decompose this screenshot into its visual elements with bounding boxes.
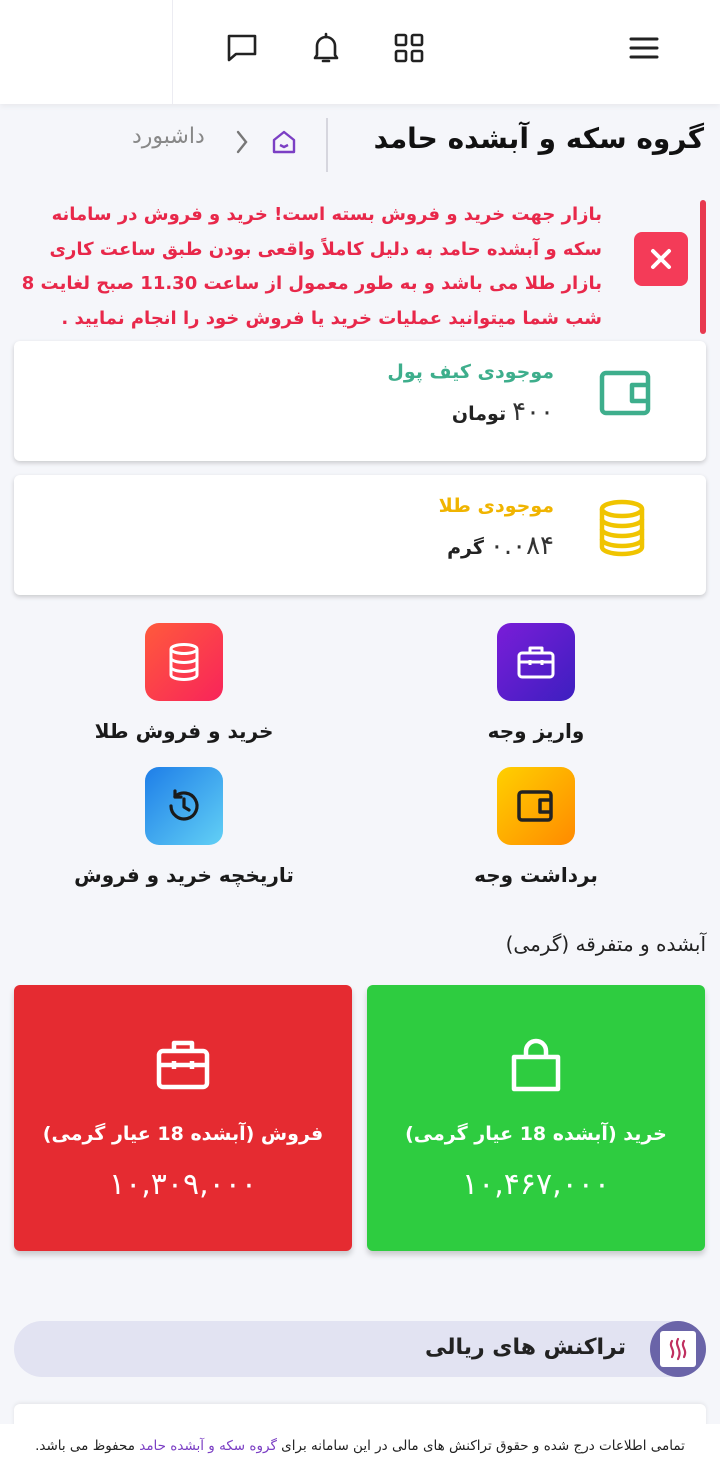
gold-amount: ۰.۰۸۴ bbox=[489, 531, 554, 561]
withdraw-action[interactable]: برداشت وجه bbox=[406, 767, 666, 897]
brand-logo bbox=[650, 1321, 706, 1377]
briefcase-icon bbox=[153, 1037, 213, 1093]
wallet-icon bbox=[598, 365, 654, 421]
topbar-divider bbox=[172, 0, 173, 104]
wallet-value: ۴۰۰تومان bbox=[452, 397, 554, 427]
wallet-balance-card[interactable]: موجودی کیف پول ۴۰۰تومان bbox=[14, 341, 706, 461]
briefcase-icon bbox=[497, 623, 575, 701]
wallet-amount: ۴۰۰ bbox=[512, 397, 554, 427]
footer-copyright: تمامی اطلاعات درج شده و حقوق تراکنش های … bbox=[0, 1424, 720, 1471]
wallet-icon bbox=[497, 767, 575, 845]
history-icon bbox=[145, 767, 223, 845]
buy-sell-gold-label: خرید و فروش طلا bbox=[94, 719, 274, 743]
buy-price-value: ۱۰,۴۶۷,۰۰۰ bbox=[462, 1167, 610, 1202]
buy-price-title: خرید (آبشده 18 عیار گرمی) bbox=[405, 1123, 667, 1145]
deposit-action[interactable]: واریز وجه bbox=[406, 623, 666, 753]
top-bar bbox=[0, 0, 720, 104]
header-divider bbox=[326, 118, 328, 172]
bell-icon[interactable] bbox=[306, 28, 346, 68]
close-icon[interactable] bbox=[634, 232, 688, 286]
footer-text-after: محفوظ می باشد. bbox=[35, 1438, 140, 1454]
market-closed-alert: بازار جهت خرید و فروش بسته است! خرید و ف… bbox=[14, 198, 706, 336]
gold-unit: گرم bbox=[447, 537, 484, 559]
breadcrumb[interactable]: داشبورد bbox=[132, 124, 205, 149]
rial-transactions-title: تراکنش های ریالی bbox=[424, 1335, 626, 1360]
chevron-left-icon bbox=[230, 126, 254, 158]
buy-price-card[interactable]: خرید (آبشده 18 عیار گرمی) ۱۰,۴۶۷,۰۰۰ bbox=[367, 985, 705, 1251]
gold-label: موجودی طلا bbox=[438, 495, 554, 517]
withdraw-label: برداشت وجه bbox=[474, 863, 598, 887]
alert-accent-bar bbox=[700, 200, 706, 334]
sell-price-title: فروش (آبشده 18 عیار گرمی) bbox=[42, 1123, 324, 1145]
page-title: گروه سکه و آبشده حامد bbox=[373, 122, 704, 155]
sell-price-value: ۱۰,۳۰۹,۰۰۰ bbox=[109, 1167, 257, 1202]
history-action[interactable]: تاریخچه خرید و فروش bbox=[54, 767, 314, 897]
sell-price-card[interactable]: فروش (آبشده 18 عیار گرمی) ۱۰,۳۰۹,۰۰۰ bbox=[14, 985, 352, 1251]
footer-text-before: تمامی اطلاعات درج شده و حقوق تراکنش های … bbox=[276, 1438, 685, 1454]
section-title: آبشده و متفرقه (گرمی) bbox=[505, 932, 706, 956]
home-icon[interactable] bbox=[270, 128, 298, 156]
menu-icon[interactable] bbox=[624, 28, 664, 68]
gold-balance-card[interactable]: موجودی طلا ۰.۰۸۴گرم bbox=[14, 475, 706, 595]
history-label: تاریخچه خرید و فروش bbox=[74, 863, 294, 887]
grid-icon[interactable] bbox=[389, 28, 429, 68]
chat-icon[interactable] bbox=[222, 28, 262, 68]
coins-icon bbox=[596, 499, 652, 557]
wallet-unit: تومان bbox=[451, 403, 507, 425]
gold-value: ۰.۰۸۴گرم bbox=[447, 531, 554, 561]
wallet-label: موجودی کیف پول bbox=[387, 361, 554, 383]
rial-transactions-header[interactable]: تراکنش های ریالی bbox=[14, 1321, 706, 1377]
deposit-label: واریز وجه bbox=[487, 719, 585, 743]
shopping-bag-icon bbox=[506, 1037, 566, 1093]
footer-brand-link[interactable]: گروه سکه و آبشده حامد bbox=[139, 1438, 277, 1454]
buy-sell-gold-action[interactable]: خرید و فروش طلا bbox=[54, 623, 314, 753]
database-icon bbox=[145, 623, 223, 701]
alert-message: بازار جهت خرید و فروش بسته است! خرید و ف… bbox=[21, 204, 602, 329]
